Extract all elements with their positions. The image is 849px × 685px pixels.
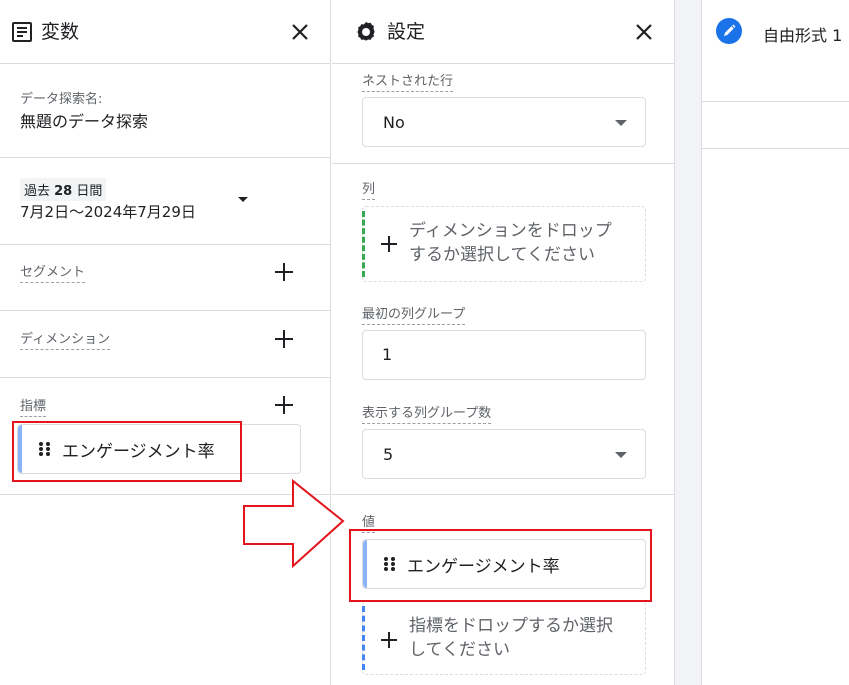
chip-accent-bar [18,425,22,473]
dropdown-caret-icon [238,197,248,202]
values-drop-line1: 指標をドロップするか選択 [409,616,613,636]
list-icon [12,22,32,42]
dropdown-caret-icon [615,120,627,126]
date-range-selector[interactable]: 過去 28 日間 7月2日～2024年7月29日 [0,158,330,245]
settings-close-button[interactable] [630,18,658,46]
metric-chip-label: エンゲージメント率 [62,441,215,462]
canvas-tab-title: 自由形式 1 [763,26,843,45]
nested-rows-select[interactable]: No [362,97,646,147]
plus-icon [381,236,397,252]
date-range-preset: 過去 28 日間 [20,178,107,201]
variables-title: 変数 [41,21,80,43]
panel-gutter [675,0,701,685]
date-range-value: 7月2日～2024年7月29日 [20,203,196,221]
canvas-tab[interactable]: 自由形式 1 [702,0,849,102]
drop-zone-accent-bar [362,211,365,277]
columns-drop-text: ディメンションをドロップ するか選択してください [409,219,612,267]
nested-rows-value: No [383,113,405,132]
settings-panel: 設定 ネストされた行 No 列 ディメンションをドロップ するか選択してください [332,0,675,685]
columns-drop-line2: するか選択してください [409,245,595,265]
drag-handle-icon[interactable] [38,441,52,457]
nested-rows-section: ネストされた行 No [332,64,674,164]
close-icon [636,24,652,40]
dimensions-section: ディメンション [0,311,330,378]
first-col-group-input[interactable] [362,330,646,380]
values-chip-engagement-rate[interactable]: エンゲージメント率 [362,539,646,589]
pencil-icon [724,24,736,36]
first-col-group-label: 最初の列グループ [362,303,466,325]
segments-label: セグメント [20,261,86,283]
variables-close-button[interactable] [286,18,314,46]
show-col-groups-label: 表示する列グループ数 [362,402,492,424]
dimensions-label: ディメンション [20,328,111,350]
nested-rows-label: ネストされた行 [362,70,454,92]
settings-header: 設定 [332,0,674,64]
show-col-groups-select[interactable]: 5 [362,429,646,479]
metric-chip-engagement-rate[interactable]: エンゲージメント率 [17,424,301,474]
metrics-label: 指標 [20,395,47,417]
settings-title: 設定 [387,21,426,43]
exploration-name-value[interactable]: 無題のデータ探索 [20,108,148,132]
metrics-section: 指標 エンゲージメント率 [0,378,330,495]
add-segment-plus-icon[interactable] [273,261,295,283]
add-dimension-plus-icon[interactable] [273,328,295,350]
columns-section: 列 ディメンションをドロップ するか選択してください 最初の列グループ 表示する… [332,164,674,495]
columns-drop-line1: ディメンションをドロップ [409,221,612,241]
variables-panel: 変数 データ探索名: 無題のデータ探索 過去 28 日間 7月2日～2024年7… [0,0,331,685]
canvas-toolbar [702,102,849,149]
variables-header: 変数 [0,0,330,64]
add-metric-plus-icon[interactable] [273,394,295,416]
close-icon [292,24,308,40]
edit-tab-button[interactable] [716,18,742,44]
segments-section: セグメント [0,245,330,311]
first-col-group-field[interactable] [382,345,622,364]
columns-drop-zone[interactable]: ディメンションをドロップ するか選択してください [362,206,646,282]
chip-accent-bar [363,540,367,588]
exploration-name-section: データ探索名: 無題のデータ探索 [0,64,330,158]
exploration-name-label: データ探索名: [20,92,103,107]
values-drop-line2: してください [409,640,510,660]
dropdown-caret-icon [615,452,627,458]
drag-handle-icon[interactable] [383,556,397,572]
values-drop-text: 指標をドロップするか選択 してください [409,614,613,662]
values-label: 値 [362,511,376,533]
show-col-groups-value: 5 [383,445,394,464]
plus-icon [381,632,397,648]
values-section: 値 エンゲージメント率 指標をドロップするか選択 してください [332,495,674,685]
values-drop-zone[interactable]: 指標をドロップするか選択 してください [362,601,646,675]
drop-zone-accent-bar [362,606,365,670]
columns-label: 列 [362,178,376,200]
gear-icon [357,22,375,41]
values-chip-label: エンゲージメント率 [407,556,560,577]
canvas-panel: 自由形式 1 [701,0,849,685]
